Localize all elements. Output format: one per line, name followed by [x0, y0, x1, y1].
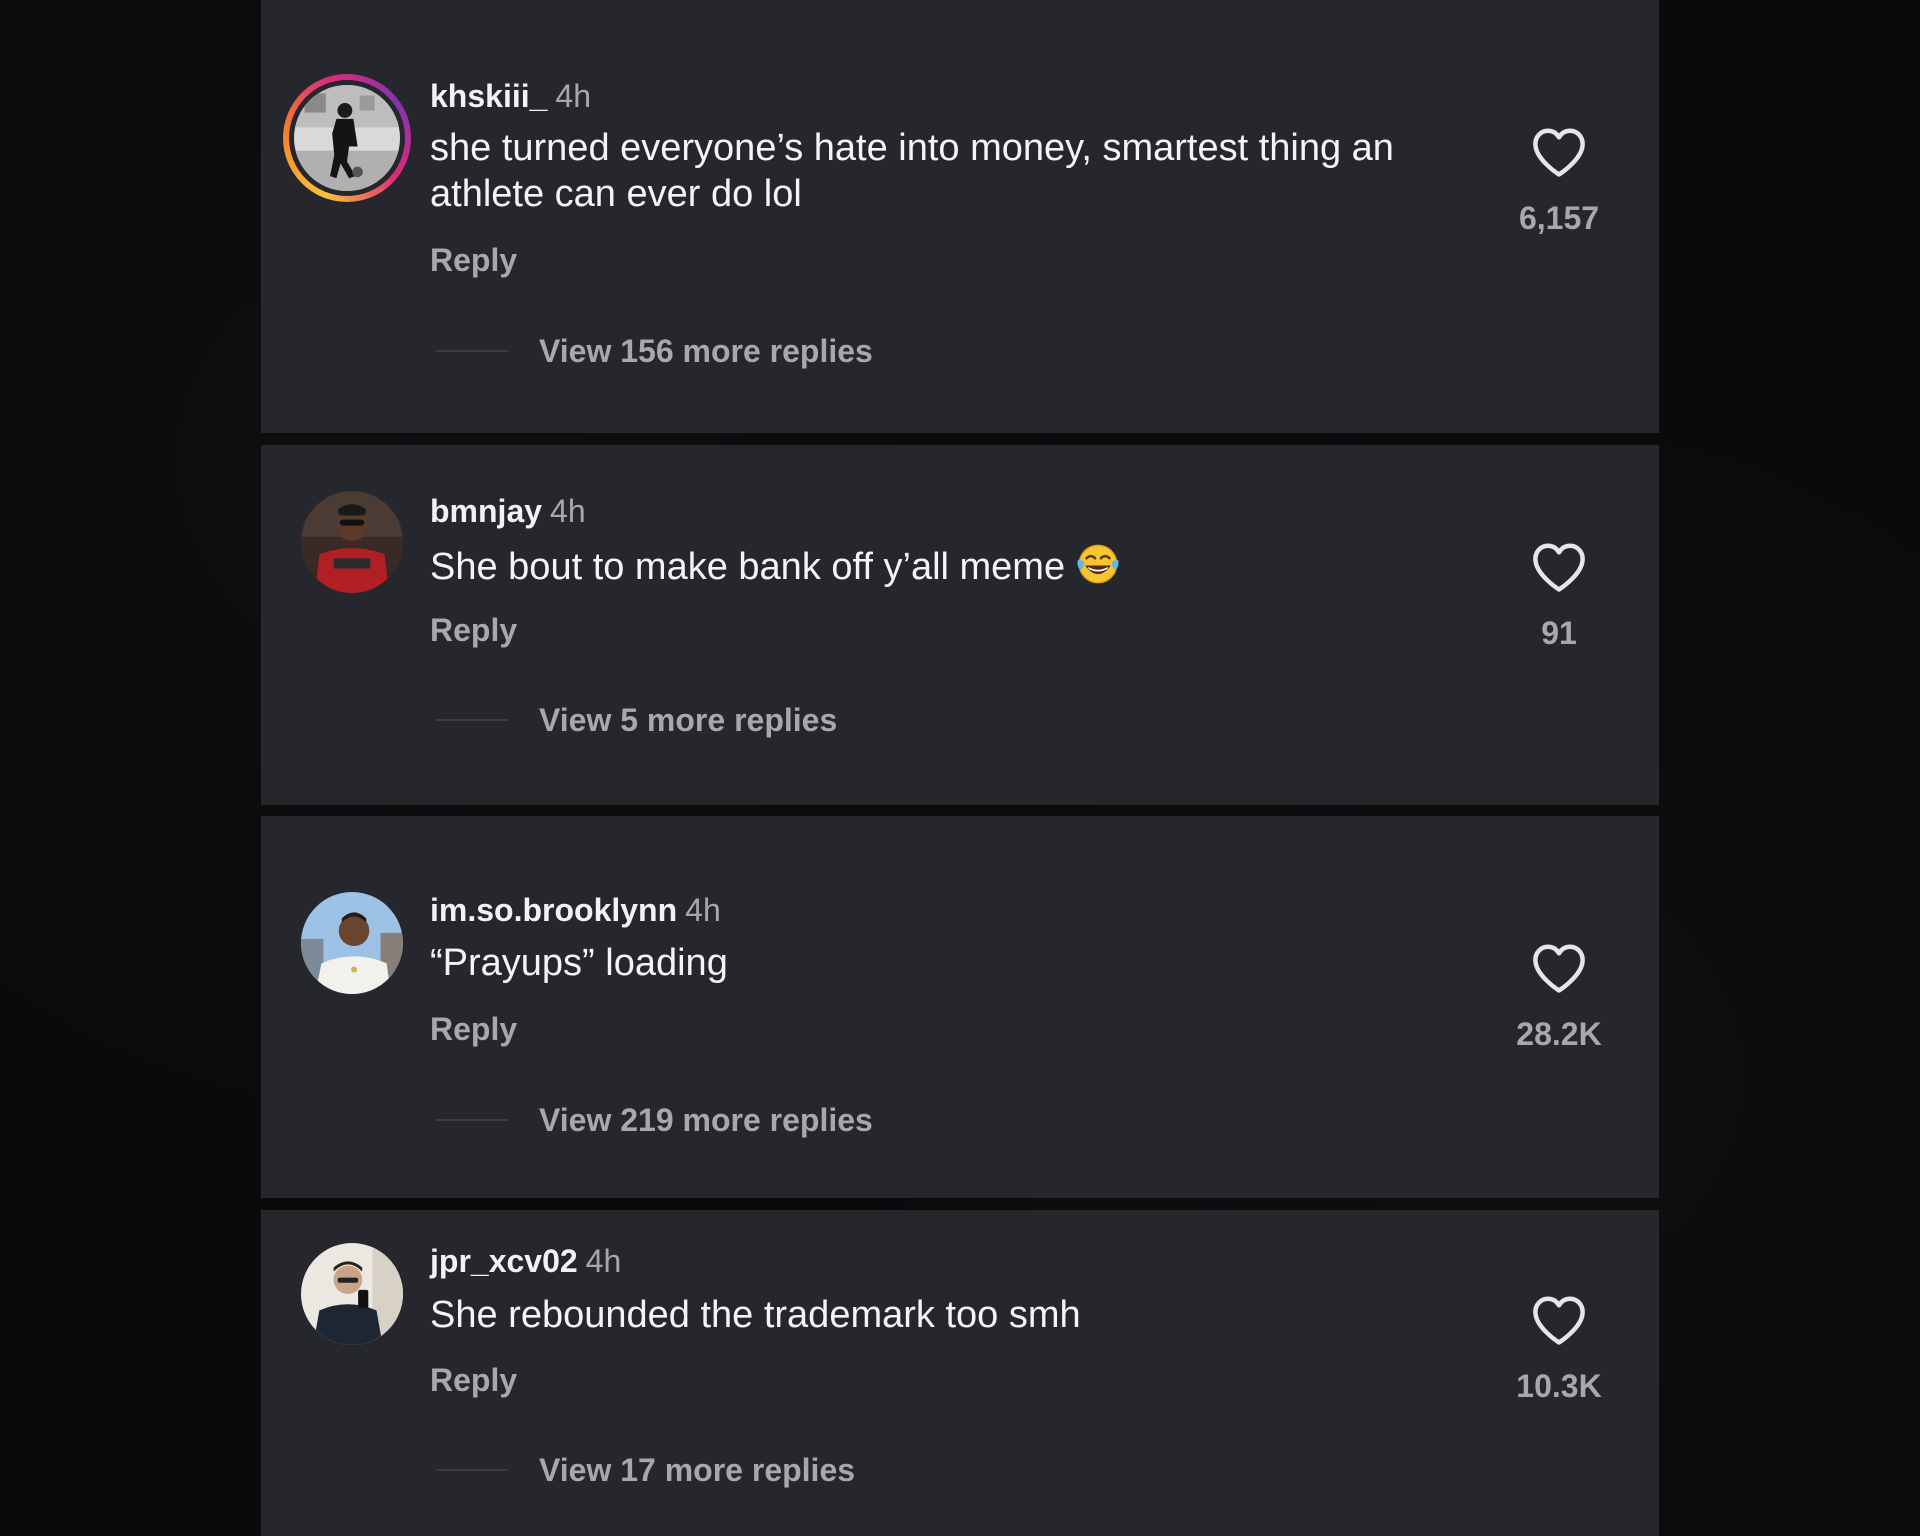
replies-divider-line [436, 1119, 508, 1121]
like-group: 6,157 [1499, 126, 1619, 237]
comment-text: She rebounded the trademark too smh [430, 1294, 1081, 1336]
heart-outline-icon[interactable] [1530, 1294, 1588, 1346]
view-more-replies-label: View 5 more replies [539, 701, 838, 738]
avatar-ring-gap [289, 80, 405, 196]
like-group: 91 [1499, 541, 1619, 652]
reply-button[interactable]: Reply [430, 1010, 517, 1048]
avatar[interactable] [301, 1243, 403, 1345]
comment-card: bmnjay 4h She bout to make bank off y’all… [261, 445, 1659, 805]
avatar-photo-icon [301, 892, 403, 994]
view-more-replies-button[interactable]: View 5 more replies [436, 701, 837, 739]
avatar[interactable] [301, 892, 403, 994]
avatar-with-story-ring[interactable] [283, 74, 411, 202]
avatar-photo-icon [301, 1243, 403, 1345]
avatar-photo-icon [301, 491, 403, 593]
comment-text: She bout to make bank off y’all meme [430, 541, 1430, 590]
reply-button[interactable]: Reply [430, 241, 517, 279]
heart-outline-icon[interactable] [1530, 126, 1588, 178]
comment-text-content: She bout to make bank off y’all meme [430, 546, 1066, 588]
comment-header: jpr_xcv02 4h [430, 1242, 621, 1280]
reply-button[interactable]: Reply [430, 1361, 517, 1399]
face-with-tears-of-joy-icon [1077, 544, 1119, 584]
comment-card: jpr_xcv02 4h She rebounded the trademark … [261, 1210, 1659, 1536]
view-more-replies-button[interactable]: View 17 more replies [436, 1451, 855, 1489]
comment-username[interactable]: jpr_xcv02 [430, 1243, 578, 1279]
comment-card: khskiii_ 4h she turned everyone’s hate in… [261, 0, 1659, 433]
like-count: 10.3K [1516, 1368, 1602, 1404]
comment-username[interactable]: bmnjay [430, 493, 542, 529]
view-more-replies-label: View 156 more replies [539, 332, 873, 369]
view-more-replies-label: View 219 more replies [539, 1101, 873, 1138]
comment-timestamp: 4h [550, 493, 586, 529]
like-count: 91 [1541, 615, 1577, 651]
screenshot-stage: khskiii_ 4h she turned everyone’s hate in… [0, 0, 1920, 1536]
comment-timestamp: 4h [555, 78, 591, 114]
replies-divider-line [436, 350, 508, 352]
view-more-replies-button[interactable]: View 219 more replies [436, 1101, 873, 1139]
comment-timestamp: 4h [685, 892, 721, 928]
comment-username[interactable]: im.so.brooklynn [430, 892, 677, 928]
comment-header: im.so.brooklynn 4h [430, 891, 721, 929]
comment-header: khskiii_ 4h [430, 77, 591, 115]
like-count: 6,157 [1518, 200, 1600, 236]
view-more-replies-button[interactable]: View 156 more replies [436, 332, 873, 370]
comment-username[interactable]: khskiii_ [430, 78, 547, 114]
avatar-photo-icon [294, 85, 400, 191]
reply-button[interactable]: Reply [430, 611, 517, 649]
like-count: 28.2K [1516, 1016, 1602, 1052]
avatar [294, 85, 400, 191]
comment-timestamp: 4h [585, 1243, 622, 1279]
avatar[interactable] [301, 491, 403, 593]
replies-divider-line [436, 1469, 508, 1471]
comment-text: she turned everyone’s hate into money, s… [430, 127, 1394, 215]
comment-card: im.so.brooklynn 4h “Prayups” loading Repl… [261, 816, 1659, 1198]
heart-outline-icon[interactable] [1530, 942, 1588, 994]
comment-text: “Prayups” loading [430, 942, 728, 984]
like-group: 28.2K [1499, 942, 1619, 1053]
replies-divider-line [436, 719, 508, 721]
like-group: 10.3K [1499, 1294, 1619, 1405]
comment-header: bmnjay 4h [430, 492, 586, 530]
heart-outline-icon[interactable] [1530, 541, 1588, 593]
view-more-replies-label: View 17 more replies [539, 1451, 856, 1488]
comments-feed: khskiii_ 4h she turned everyone’s hate in… [261, 0, 1659, 1536]
